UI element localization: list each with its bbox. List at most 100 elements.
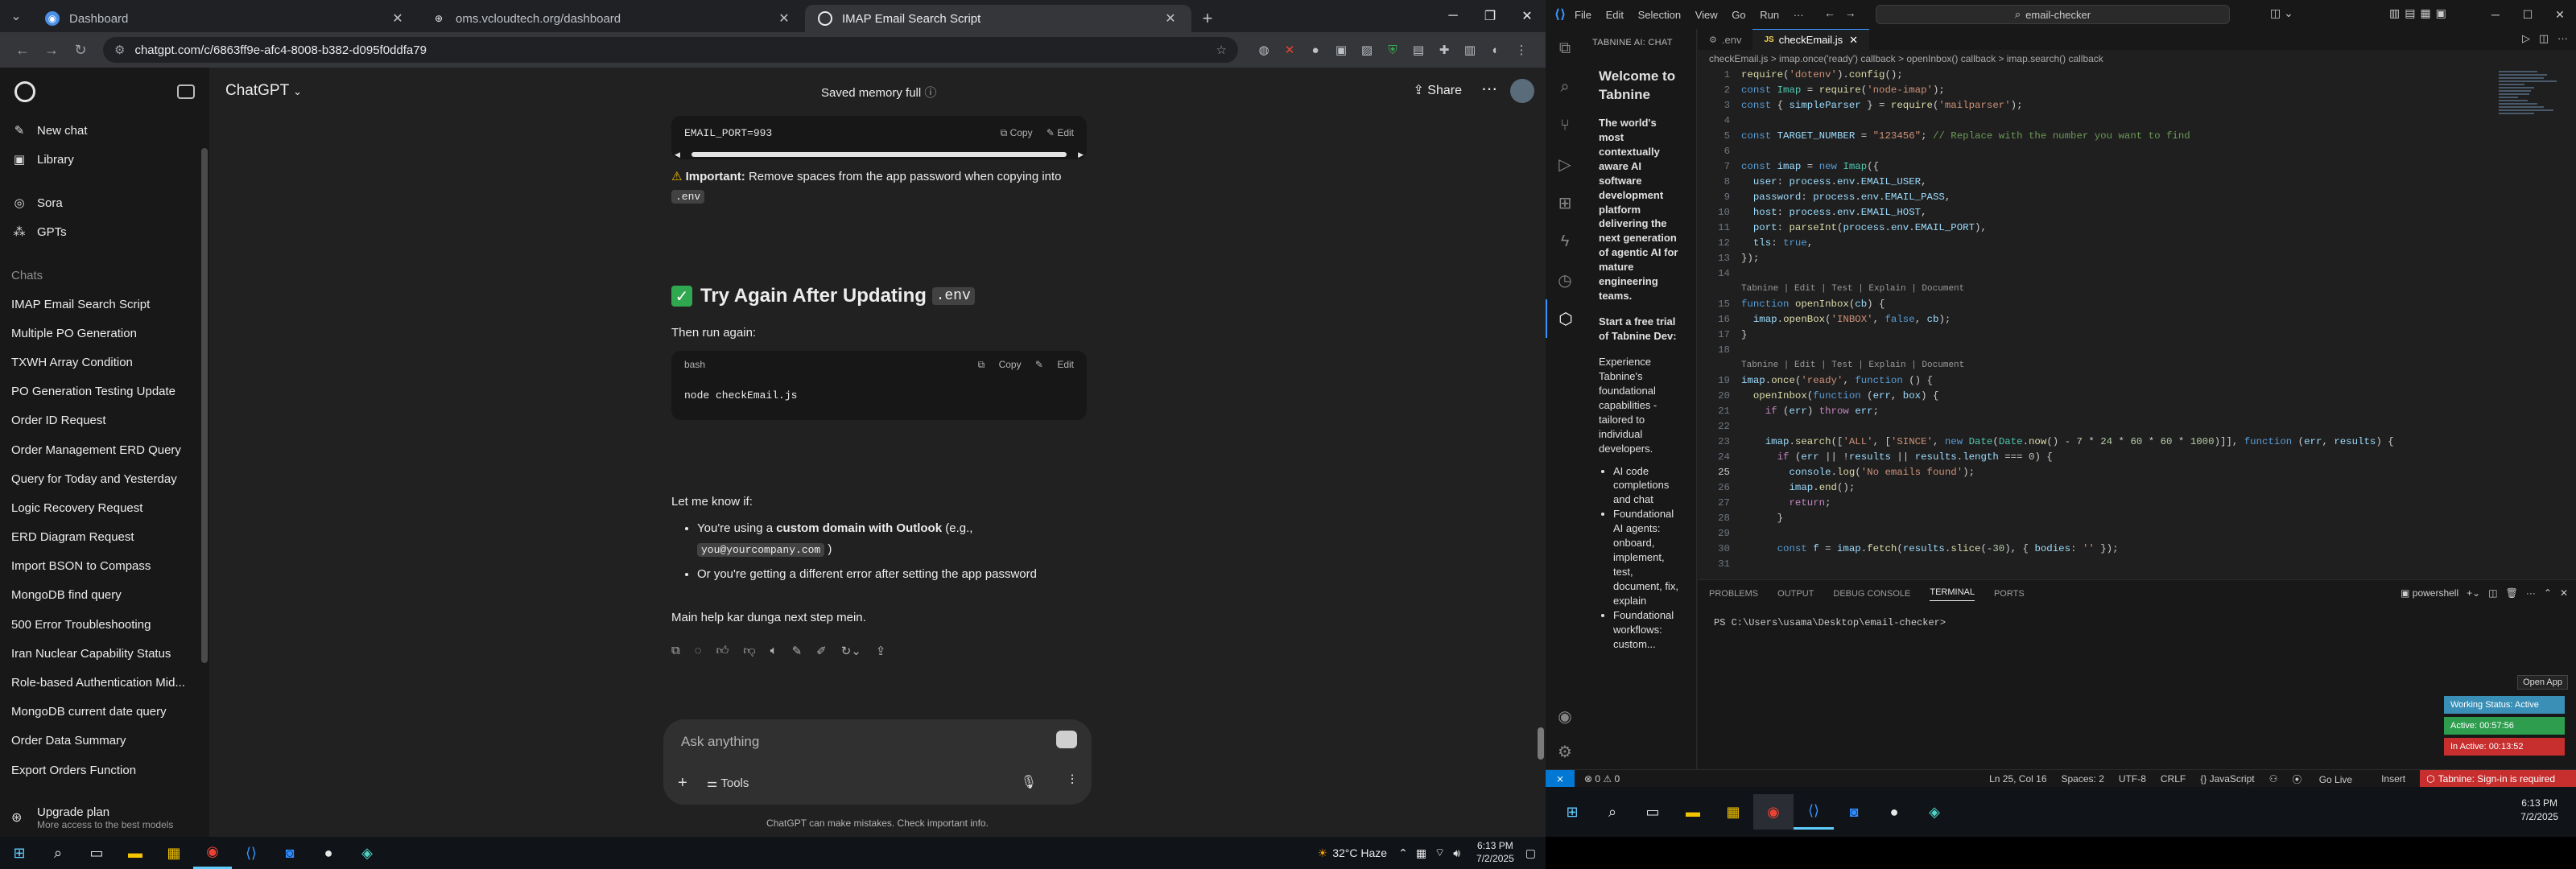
minimize-icon[interactable]: ─ xyxy=(2479,0,2512,29)
chat-item[interactable]: Logic Recovery Request xyxy=(0,493,209,522)
language-mode[interactable]: {} JavaScript xyxy=(2200,773,2254,785)
profile-avatar-icon[interactable]: ◐ xyxy=(1483,37,1509,63)
insert-mode[interactable]: Insert xyxy=(2381,773,2405,785)
plus-icon[interactable]: + xyxy=(678,774,687,793)
chat-item[interactable]: Order Data Summary xyxy=(0,727,209,756)
nav-back-icon[interactable]: ← xyxy=(1824,6,1835,19)
windows-start-icon[interactable]: ⊞ xyxy=(0,837,39,869)
upgrade-plan-button[interactable]: ⊛ Upgrade plan More access to the best m… xyxy=(0,795,209,840)
terminal-prompt[interactable]: PS C:\Users\usama\Desktop\email-checker> xyxy=(1698,607,2576,638)
forward-icon[interactable]: → xyxy=(37,35,66,64)
end-of-line[interactable]: CRLF xyxy=(2161,773,2186,785)
search-icon[interactable]: ⌕ xyxy=(1592,794,1633,830)
zoom-icon[interactable]: ◙ xyxy=(270,837,309,869)
regenerate-icon[interactable]: ↻⌄ xyxy=(841,644,861,658)
new-terminal-icon[interactable]: +⌄ xyxy=(2467,587,2480,599)
chat-item[interactable]: MongoDB current date query xyxy=(0,698,209,727)
network-icon[interactable]: ▦ xyxy=(1416,846,1426,860)
file-explorer-icon[interactable]: ▬ xyxy=(1673,794,1713,830)
breadcrumb[interactable]: checkEmail.js > imap.once('ready') callb… xyxy=(1698,50,2576,68)
menu-view[interactable]: View xyxy=(1695,9,1718,21)
code-horizontal-scrollbar[interactable]: ◀ ▶ xyxy=(671,150,1087,159)
circle-extension-icon[interactable]: ● xyxy=(1302,37,1328,63)
tab-ports[interactable]: PORTS xyxy=(1994,589,2025,599)
block-extension-icon[interactable]: ✕ xyxy=(1277,37,1302,63)
app-circle-icon[interactable]: ● xyxy=(1874,794,1914,830)
sidepanel-icon[interactable]: ▥ xyxy=(1457,37,1483,63)
account-icon[interactable]: ◉ xyxy=(1546,697,1584,735)
tab-dashboard[interactable]: ◉ Dashboard ✕ xyxy=(32,5,419,32)
bookmark-star-icon[interactable]: ☆ xyxy=(1216,43,1227,57)
kebab-menu-icon[interactable]: ⋮ xyxy=(1509,37,1534,63)
close-window-icon[interactable]: ✕ xyxy=(2544,0,2576,29)
site-info-icon[interactable]: ⚙ xyxy=(114,43,125,57)
windows-start-icon[interactable]: ⊞ xyxy=(1552,794,1592,830)
tab-imap-email-search[interactable]: IMAP Email Search Script ✕ xyxy=(805,5,1191,32)
memory-status[interactable]: Saved memory full ⓘ xyxy=(821,84,936,101)
clock[interactable]: 6:13 PM 7/2/2025 xyxy=(2520,797,2558,824)
image-extension-icon[interactable]: ▨ xyxy=(1354,37,1380,63)
trash-icon[interactable]: 🗑︎ xyxy=(2506,587,2518,599)
remote-icon[interactable]: ⨯ xyxy=(1546,769,1575,788)
chrome-icon[interactable]: ◉ xyxy=(1753,794,1794,830)
copilot-status-icon[interactable]: ⚇ xyxy=(2269,773,2278,785)
store-icon[interactable]: ▦ xyxy=(155,837,193,869)
run-debug-icon[interactable]: ▷ xyxy=(1546,145,1584,183)
tab-output[interactable]: OUTPUT xyxy=(1777,589,1814,599)
thumbs-down-icon[interactable]: 👎︎ xyxy=(743,644,755,658)
chat-item[interactable]: ERD Diagram Request xyxy=(0,523,209,552)
search-icon[interactable]: ⌕ xyxy=(1546,68,1584,106)
tab-oms[interactable]: ⊕ oms.vcloudtech.org/dashboard ✕ xyxy=(419,5,805,32)
clock[interactable]: 6:13 PM 7/2/2025 xyxy=(1476,840,1514,865)
chat-item[interactable]: Iran Nuclear Capability Status xyxy=(0,639,209,668)
menu-file[interactable]: File xyxy=(1575,9,1591,21)
chrome-icon[interactable]: ◉ xyxy=(193,837,232,869)
tabnine-icon[interactable]: ⬡ xyxy=(1546,299,1584,338)
copy-button[interactable]: ⧉ Copy xyxy=(1001,127,1033,138)
edit-prompt-icon[interactable]: ✐ xyxy=(816,644,827,658)
fd-extension-icon[interactable]: ▣ xyxy=(1328,37,1354,63)
menu-run[interactable]: Run xyxy=(1760,9,1779,21)
composer[interactable]: Ask anything + ⚌ Tools 🎙︎ ⫶ xyxy=(663,719,1092,805)
copy-icon[interactable]: ⧉ xyxy=(671,644,680,658)
tools-button[interactable]: ⚌ Tools xyxy=(707,776,749,790)
model-selector[interactable]: ChatGPT ⌄ xyxy=(225,82,302,100)
sora-button[interactable]: ◎ Sora xyxy=(0,188,209,217)
chat-item[interactable]: Order ID Request xyxy=(0,406,209,435)
shield-extension-icon[interactable]: ⛨ xyxy=(1380,37,1406,63)
tab-problems[interactable]: PROBLEMS xyxy=(1709,589,1758,599)
source-control-icon[interactable]: ⑂ xyxy=(1546,106,1584,145)
store-icon[interactable]: ▦ xyxy=(1713,794,1753,830)
chat-item[interactable]: IMAP Email Search Script xyxy=(0,290,209,319)
volume-icon[interactable]: 🔊︎ xyxy=(1453,846,1460,860)
extensions-icon[interactable]: ⊞ xyxy=(1546,183,1584,222)
share-message-icon[interactable]: ⇪ xyxy=(876,644,886,658)
open-app-button[interactable]: Open App xyxy=(2517,675,2568,690)
close-tab-icon[interactable]: ✕ xyxy=(390,10,406,27)
close-tab-icon[interactable]: ✕ xyxy=(1162,10,1179,27)
tabnine-codelens[interactable]: Tabnine | Edit | Test | Explain | Docume… xyxy=(1741,282,1964,297)
nav-forward-icon[interactable]: → xyxy=(1845,6,1856,19)
task-view-icon[interactable]: ▭ xyxy=(1633,794,1673,830)
user-avatar[interactable] xyxy=(1510,79,1534,103)
more-menu-icon[interactable]: ··· xyxy=(1794,9,1804,21)
more-options-icon[interactable]: ⋯ xyxy=(1481,79,1497,99)
close-tab-icon[interactable]: ✕ xyxy=(1849,34,1858,47)
chat-item[interactable]: Import BSON to Compass xyxy=(0,552,209,581)
close-window-icon[interactable]: ✕ xyxy=(1509,0,1546,32)
file-explorer-icon[interactable]: ▬ xyxy=(116,837,155,869)
tabnine-status[interactable]: ⬡ Tabnine: Sign-in is required xyxy=(2420,770,2576,788)
maximize-icon[interactable]: ❐ xyxy=(1472,0,1509,32)
vscode-icon[interactable]: ⟨⟩ xyxy=(232,837,270,869)
maximize-panel-icon[interactable]: ⌃ xyxy=(2544,587,2552,599)
thumbs-up-icon[interactable]: 👍︎ xyxy=(716,644,729,658)
app-shield-icon[interactable]: ◈ xyxy=(1914,794,1955,830)
chat-item[interactable]: Query for Today and Yesterday xyxy=(0,464,209,493)
indentation[interactable]: Spaces: 2 xyxy=(2062,773,2104,785)
share-button[interactable]: ⇪ Share xyxy=(1413,82,1462,98)
encoding[interactable]: UTF-8 xyxy=(2119,773,2146,785)
tab-checkemail-js[interactable]: JS checkEmail.js ✕ xyxy=(1752,29,1870,50)
remote-explorer-icon[interactable]: ◷ xyxy=(1546,261,1584,299)
sidebar-toggle-icon[interactable] xyxy=(177,84,195,99)
app-circle-icon[interactable]: ● xyxy=(309,837,348,869)
